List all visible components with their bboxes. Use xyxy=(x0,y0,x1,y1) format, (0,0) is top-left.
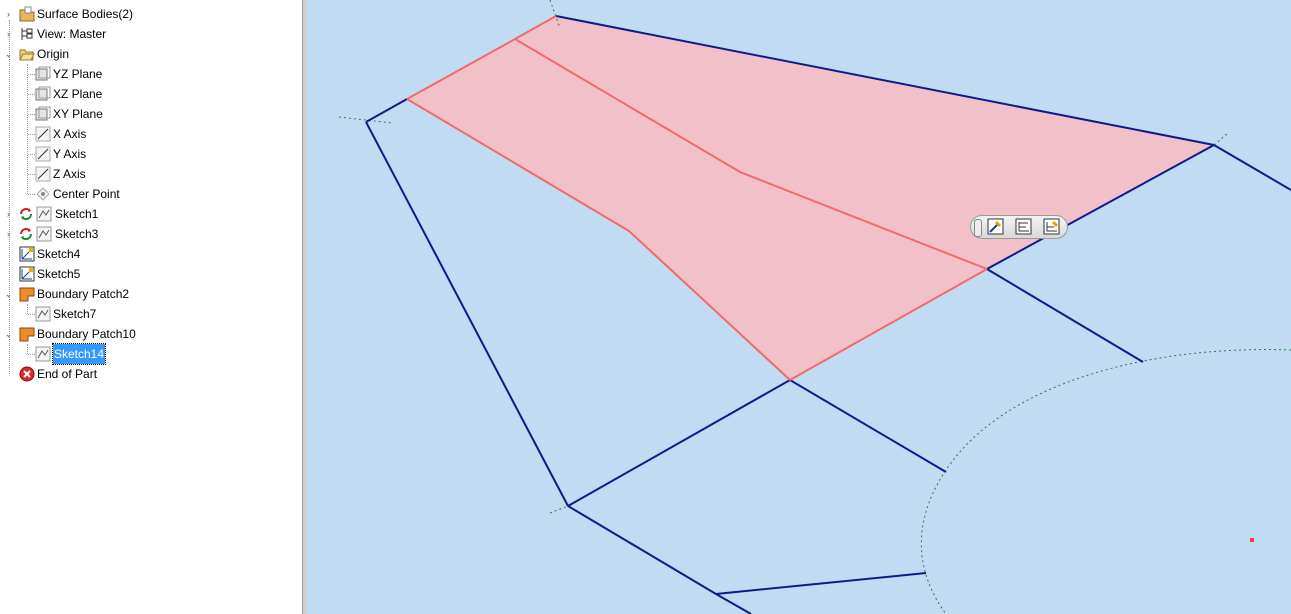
browser-item-label: Sketch5 xyxy=(37,267,81,281)
sketch-icon xyxy=(36,226,52,242)
browser-item-label: XY Plane xyxy=(53,107,103,121)
browser-item-end-of-part[interactable]: End of Part xyxy=(0,364,300,384)
browser-item-sketch14[interactable]: Sketch14 xyxy=(0,343,300,365)
model-browser: › Surface Bodies(2) › View: Master ⌄ Ori… xyxy=(0,0,302,614)
expand-chevron-icon[interactable]: › xyxy=(4,204,13,224)
sketch-icon xyxy=(35,346,51,362)
browser-item-label: Sketch4 xyxy=(37,247,81,261)
browser-item-label: End of Part xyxy=(37,367,98,381)
edit-sketch-icon xyxy=(987,218,1004,235)
browser-item-sketch3[interactable]: › Sketch3 xyxy=(0,224,300,244)
end-of-part-icon xyxy=(19,366,35,382)
update-required-icon xyxy=(18,226,34,242)
browser-item-z-axis[interactable]: Z Axis xyxy=(0,164,300,184)
model-edge[interactable] xyxy=(567,379,791,507)
model-edge[interactable] xyxy=(715,593,752,614)
browser-item-label: YZ Plane xyxy=(53,67,103,81)
model-edge[interactable] xyxy=(365,98,408,123)
create-sketch-button[interactable] xyxy=(1013,218,1035,236)
model-edge[interactable] xyxy=(986,268,1144,363)
construction-line xyxy=(338,116,393,124)
work-axis-icon xyxy=(35,166,51,182)
model-edge[interactable] xyxy=(365,121,569,507)
surface-bodies-folder-icon xyxy=(19,6,35,22)
3d-sketch-icon xyxy=(19,246,35,262)
browser-item-x-axis[interactable]: X Axis xyxy=(0,124,300,144)
boundary-patch-icon xyxy=(19,286,35,302)
browser-item-label: View: Master xyxy=(37,27,107,41)
sketch-icon xyxy=(35,306,51,322)
browser-item-sketch7[interactable]: Sketch7 xyxy=(0,304,300,324)
browser-item-label: Sketch1 xyxy=(55,207,99,221)
browser-item-label-selected: Sketch14 xyxy=(51,343,107,365)
expand-chevron-icon[interactable]: › xyxy=(4,24,13,44)
work-axis-icon xyxy=(35,126,51,142)
boundary-patch-icon xyxy=(19,326,35,342)
work-point-icon xyxy=(35,186,51,202)
3d-sketch-icon xyxy=(19,266,35,282)
browser-item-label: Surface Bodies(2) xyxy=(37,7,134,21)
mini-toolbar xyxy=(970,215,1068,239)
graphics-viewport[interactable] xyxy=(306,0,1291,614)
browser-item-sketch5[interactable]: Sketch5 xyxy=(0,264,300,284)
collapse-chevron-icon[interactable]: ⌄ xyxy=(4,284,13,304)
browser-item-label: Boundary Patch2 xyxy=(37,287,130,301)
browser-item-view-master[interactable]: › View: Master xyxy=(0,24,300,44)
create-sketch-icon xyxy=(1015,218,1032,235)
work-plane-icon xyxy=(35,86,51,102)
construction-line xyxy=(549,505,569,514)
expand-chevron-icon[interactable]: › xyxy=(4,4,13,24)
model-canvas[interactable] xyxy=(306,0,1291,614)
browser-item-xy-plane[interactable]: XY Plane xyxy=(0,104,300,124)
browser-item-boundary-patch10[interactable]: ⌄ Boundary Patch10 xyxy=(0,324,300,344)
work-plane-icon xyxy=(35,66,51,82)
model-edge[interactable] xyxy=(715,572,927,595)
browser-item-sketch4[interactable]: Sketch4 xyxy=(0,244,300,264)
model-edge[interactable] xyxy=(567,505,717,595)
work-plane-icon xyxy=(35,106,51,122)
update-required-icon xyxy=(18,206,34,222)
browser-item-label: Y Axis xyxy=(53,147,87,161)
edit-3d-sketch-button[interactable] xyxy=(1041,218,1063,236)
edit-3d-sketch-icon xyxy=(1043,218,1060,235)
view-rep-icon xyxy=(19,26,35,42)
browser-item-xz-plane[interactable]: XZ Plane xyxy=(0,84,300,104)
browser-item-label: Sketch7 xyxy=(53,307,97,321)
sketch-point[interactable] xyxy=(1250,538,1254,542)
browser-item-label: X Axis xyxy=(53,127,87,141)
sketch-icon xyxy=(36,206,52,222)
browser-item-label: Z Axis xyxy=(53,167,86,181)
browser-item-boundary-patch2[interactable]: ⌄ Boundary Patch2 xyxy=(0,284,300,304)
browser-item-yz-plane[interactable]: YZ Plane xyxy=(0,64,300,84)
work-axis-icon xyxy=(35,146,51,162)
construction-arc xyxy=(920,349,1291,614)
browser-item-center-point[interactable]: Center Point xyxy=(0,184,300,204)
browser-item-surface-bodies[interactable]: › Surface Bodies(2) xyxy=(0,4,300,24)
toolbar-grip-handle[interactable] xyxy=(974,219,982,237)
construction-line xyxy=(1213,132,1229,146)
browser-item-label: Sketch3 xyxy=(55,227,99,241)
browser-item-label: Boundary Patch10 xyxy=(37,327,136,341)
expand-chevron-icon[interactable]: › xyxy=(4,224,13,244)
browser-item-label: Center Point xyxy=(53,187,120,201)
folder-open-icon xyxy=(19,46,35,62)
edit-sketch-button[interactable] xyxy=(985,218,1007,236)
collapse-chevron-icon[interactable]: ⌄ xyxy=(4,44,13,64)
model-edge[interactable] xyxy=(789,379,947,473)
browser-item-y-axis[interactable]: Y Axis xyxy=(0,144,300,164)
browser-item-origin[interactable]: ⌄ Origin xyxy=(0,44,300,64)
collapse-chevron-icon[interactable]: ⌄ xyxy=(4,324,13,344)
browser-item-label: XZ Plane xyxy=(53,87,103,101)
browser-item-label: Origin xyxy=(37,47,70,61)
model-edge[interactable] xyxy=(1213,144,1291,191)
browser-item-sketch1[interactable]: › Sketch1 xyxy=(0,204,300,224)
